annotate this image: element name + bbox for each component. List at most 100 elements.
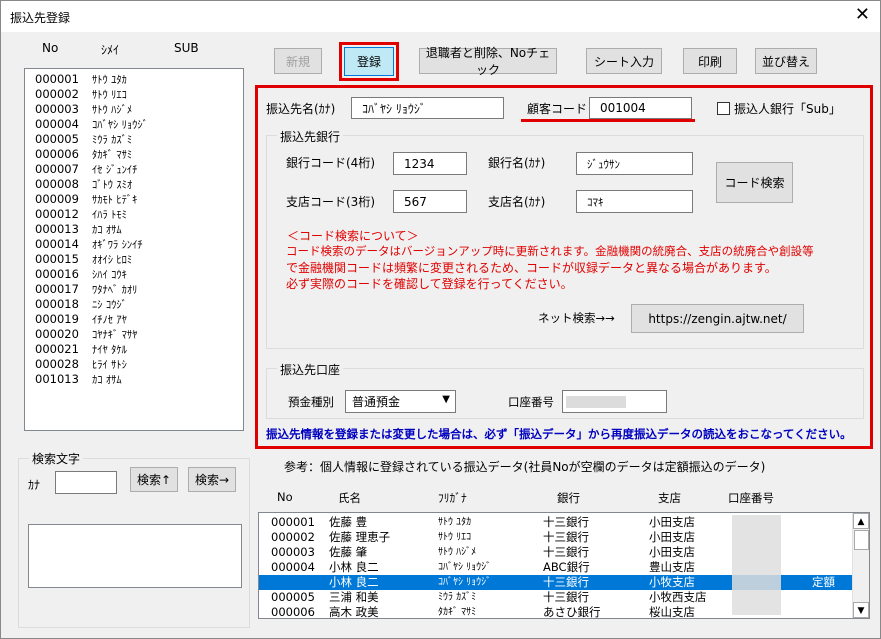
employee-list-item[interactable]: 000016 ｼﾊｲ ｺｳｷ bbox=[35, 267, 243, 282]
reference-cell-branch: 小牧支店 bbox=[649, 575, 695, 589]
employee-list-item[interactable]: 000014 ｵｷﾞﾜﾗ ｼﾝｲﾁ bbox=[35, 237, 243, 252]
ref-header-account: 口座番号 bbox=[728, 491, 774, 505]
reference-cell-kana: ﾐｳﾗ ｶｽﾞﾐ bbox=[438, 592, 477, 603]
reference-cell-branch: 小牧西支店 bbox=[649, 590, 707, 604]
print-button[interactable]: 印刷 bbox=[683, 48, 737, 74]
close-icon[interactable]: ✕ bbox=[855, 5, 870, 25]
code-search-button[interactable]: コード検索 bbox=[716, 162, 793, 203]
employee-list-item[interactable]: 000020 ｺﾔﾅｷﾞ ﾏｻﾔ bbox=[35, 327, 243, 342]
search-up-button[interactable]: 検索↑ bbox=[130, 467, 178, 492]
employee-kana-name: ﾀｶｷﾞ ﾏｻﾐ bbox=[92, 149, 133, 161]
employee-list-item[interactable]: 000018 ﾆｼ ｺｳｼﾞ bbox=[35, 297, 243, 312]
employee-kana-name: ｲｾ ｼﾞｭﾝｲﾁ bbox=[92, 164, 138, 176]
employee-list-item[interactable]: 000005 ﾐｳﾗ ｶｽﾞﾐ bbox=[35, 132, 243, 147]
bank-code-input[interactable]: 1234 bbox=[393, 152, 467, 175]
employee-list-item[interactable]: 000015 ｵｵｲｼ ﾋﾛﾐ bbox=[35, 252, 243, 267]
customer-code-underline bbox=[521, 119, 695, 122]
reference-cell-branch: 小田支店 bbox=[649, 530, 695, 544]
retire-delete-check-button[interactable]: 退職者と削除、Noチェック bbox=[419, 46, 557, 77]
employee-no: 000005 bbox=[35, 132, 79, 146]
chevron-down-icon[interactable]: ▼ bbox=[442, 394, 450, 405]
payee-name-label: 振込先名(ｶﾅ) bbox=[266, 102, 336, 116]
employee-no: 000020 bbox=[35, 327, 79, 341]
ref-header-bank: 銀行 bbox=[557, 491, 580, 505]
employee-list-item[interactable]: 000019 ｲﾁﾉｾ ｱﾔ bbox=[35, 312, 243, 327]
deposit-type-select[interactable]: 普通預金 ▼ bbox=[345, 390, 456, 413]
employee-list-item[interactable]: 000004 ｺﾊﾞﾔｼ ﾘｮｳｼﾞ bbox=[35, 117, 243, 132]
reference-cell-kana: ｺﾊﾞﾔｼ ﾘｮｳｼﾞ bbox=[438, 577, 492, 588]
employee-list-item[interactable]: 000013 ｶｺ ｵｻﾑ bbox=[35, 222, 243, 237]
employee-kana-name: ﾋﾗｲ ｻﾄｼ bbox=[92, 359, 127, 371]
ref-header-no: No bbox=[277, 490, 293, 504]
sub-bank-checkbox[interactable] bbox=[717, 102, 730, 115]
branch-name-input[interactable]: ｺﾏｷ bbox=[576, 190, 693, 213]
payee-name-input[interactable]: ｺﾊﾞﾔｼ ﾘｮｳｼﾞ bbox=[351, 97, 504, 119]
search-next-button[interactable]: 検索→ bbox=[188, 467, 236, 492]
employee-list-item[interactable]: 000003 ｻﾄｳ ﾊｼﾞﾒ bbox=[35, 102, 243, 117]
employee-list-item[interactable]: 000008 ｺﾞﾄｳ ｽﾐｵ bbox=[35, 177, 243, 192]
search-kana-input[interactable] bbox=[55, 471, 117, 494]
reference-cell-kana: ｻﾄｳ ﾕﾀｶ bbox=[438, 517, 472, 528]
reference-cell-bank: 十三銀行 bbox=[543, 515, 589, 529]
register-button[interactable]: 登録 bbox=[344, 47, 394, 76]
masked-account-number bbox=[566, 396, 626, 408]
sort-button[interactable]: 並び替え bbox=[755, 48, 817, 74]
employee-no: 000012 bbox=[35, 207, 79, 221]
reference-cell-no: 000001 bbox=[271, 515, 315, 529]
scroll-up-icon[interactable]: ▲ bbox=[853, 513, 869, 529]
code-search-note-line: で金融機関コードは頻繁に変更されるため、コードが収録データと異なる場合があります… bbox=[286, 261, 777, 275]
scroll-down-icon[interactable]: ▼ bbox=[853, 602, 869, 618]
employee-no: 000013 bbox=[35, 222, 79, 236]
code-search-note-line: 必ず実際のコードを確認して登録を行ってください。 bbox=[286, 277, 573, 291]
employee-list-item[interactable]: 000006 ﾀｶｷﾞ ﾏｻﾐ bbox=[35, 147, 243, 162]
employee-listbox[interactable]: 000001 ｻﾄｳ ﾕﾀｶ 000002 ｻﾄｳ ﾘｴｺ 000003 ｻﾄｳ ﾊｼﾞﾒ… bbox=[24, 68, 244, 431]
branch-code-input[interactable]: 567 bbox=[393, 190, 467, 213]
left-header-name: ｼﾒｲ bbox=[101, 43, 120, 57]
employee-list-item[interactable]: 000012 ｲﾊﾗ ﾄﾓﾐ bbox=[35, 207, 243, 222]
employee-no: 000014 bbox=[35, 237, 79, 251]
sheet-input-button[interactable]: シート入力 bbox=[586, 48, 662, 74]
employee-kana-name: ｵｵｲｼ ﾋﾛﾐ bbox=[92, 254, 133, 266]
customer-code-input[interactable]: 001004 bbox=[589, 97, 692, 119]
employee-kana-name: ｺﾊﾞﾔｼ ﾘｮｳｼﾞ bbox=[92, 119, 148, 131]
reference-cell-bank: あさひ銀行 bbox=[543, 605, 601, 619]
reference-cell-no: 000006 bbox=[271, 605, 315, 619]
employee-kana-name: ｲﾁﾉｾ ｱﾔ bbox=[92, 314, 127, 326]
employee-list-item[interactable]: 000021 ﾅｲﾔ ﾀｹﾙ bbox=[35, 342, 243, 357]
employee-no: 000021 bbox=[35, 342, 79, 356]
employee-no: 000018 bbox=[35, 297, 79, 311]
employee-list-item[interactable]: 000017 ﾜﾀﾅﾍﾞ ｶｵﾘ bbox=[35, 282, 243, 297]
masked-account-column bbox=[732, 515, 781, 615]
employee-list-item[interactable]: 000001 ｻﾄｳ ﾕﾀｶ bbox=[35, 72, 243, 87]
employee-no: 000007 bbox=[35, 162, 79, 176]
net-search-label: ネット検索→→ bbox=[538, 311, 615, 325]
reference-cell-no: 000003 bbox=[271, 545, 315, 559]
bank-name-label: 銀行名(ｶﾅ) bbox=[488, 156, 546, 170]
reference-cell-bank: 十三銀行 bbox=[543, 590, 589, 604]
reference-cell-kana: ｻﾄｳ ﾊｼﾞﾒ bbox=[438, 547, 477, 558]
reference-cell-kana: ｺﾊﾞﾔｼ ﾘｮｳｼﾞ bbox=[438, 562, 492, 573]
customer-code-label: 顧客コード bbox=[527, 102, 588, 116]
employee-list-item[interactable]: 001013 ｶｺ ｵｻﾑ bbox=[35, 372, 243, 387]
employee-list-item[interactable]: 000007 ｲｾ ｼﾞｭﾝｲﾁ bbox=[35, 162, 243, 177]
employee-list-item[interactable]: 000009 ｻｶﾓﾄ ﾋﾃﾞｷ bbox=[35, 192, 243, 207]
search-results-box[interactable] bbox=[28, 524, 242, 588]
reference-cell-name: 佐藤 豊 bbox=[329, 515, 368, 529]
scroll-thumb[interactable] bbox=[854, 530, 869, 550]
reference-cell-branch: 小田支店 bbox=[649, 515, 695, 529]
reference-cell-name: 高木 政美 bbox=[329, 605, 379, 619]
bank-code-label: 銀行コード(4桁) bbox=[286, 156, 375, 170]
employee-kana-name: ｻﾄｳ ﾕﾀｶ bbox=[92, 74, 127, 86]
new-button[interactable]: 新規 bbox=[274, 48, 322, 74]
employee-list-item[interactable]: 000002 ｻﾄｳ ﾘｴｺ bbox=[35, 87, 243, 102]
employee-list-item[interactable]: 000028 ﾋﾗｲ ｻﾄｼ bbox=[35, 357, 243, 372]
reference-cell-name: 小林 良二 bbox=[329, 575, 379, 589]
reference-cell-branch: 桜山支店 bbox=[649, 605, 695, 619]
ref-header-kana: ﾌﾘｶﾞﾅ bbox=[438, 491, 467, 505]
reference-scrollbar[interactable]: ▲ ▼ bbox=[852, 513, 869, 618]
reference-caption: 参考：個人情報に登録されている振込データ(社員Noが空欄のデータは定額振込のデー… bbox=[284, 460, 766, 474]
employee-kana-name: ｻﾄｳ ﾊｼﾞﾒ bbox=[92, 104, 133, 116]
bank-name-input[interactable]: ｼﾞｭｳｻﾝ bbox=[576, 152, 693, 175]
employee-no: 000004 bbox=[35, 117, 79, 131]
zengin-link-button[interactable]: https://zengin.ajtw.net/ bbox=[631, 304, 804, 333]
